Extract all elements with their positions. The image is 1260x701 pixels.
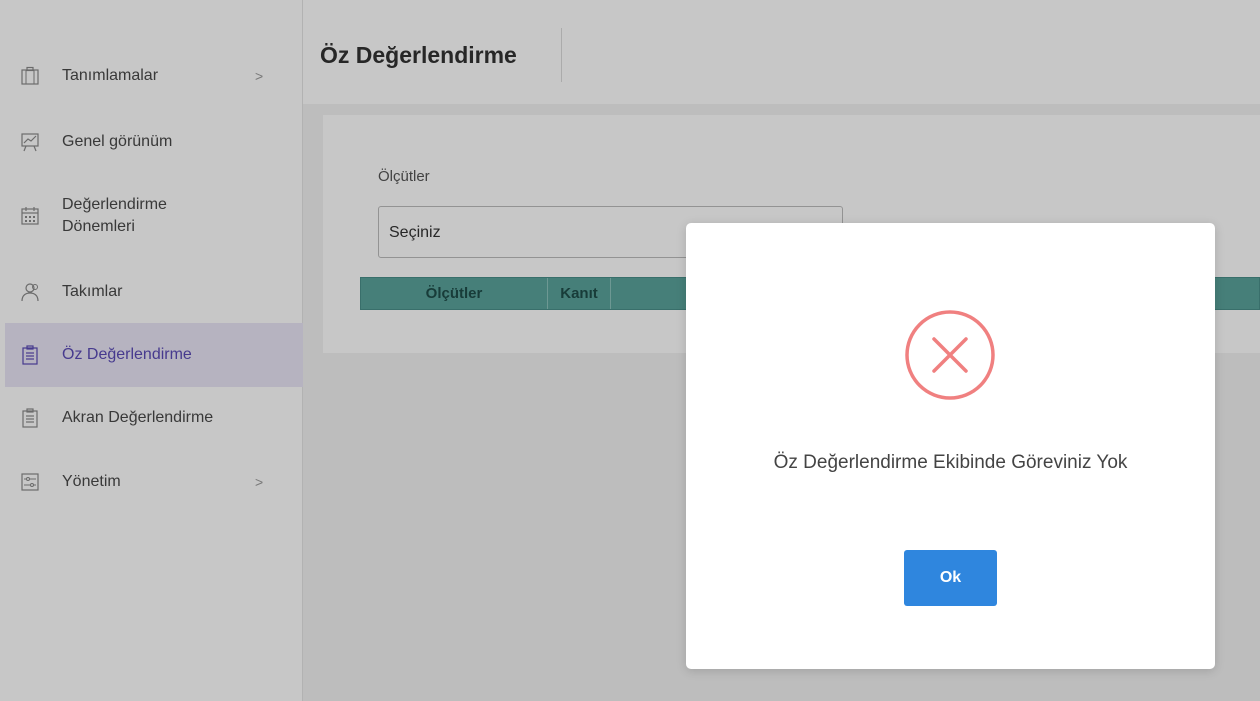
error-x-icon — [905, 310, 995, 400]
error-dialog: Öz Değerlendirme Ekibinde Göreviniz Yok … — [686, 223, 1215, 669]
ok-button[interactable]: Ok — [904, 550, 997, 606]
dialog-message: Öz Değerlendirme Ekibinde Göreviniz Yok — [773, 452, 1128, 473]
